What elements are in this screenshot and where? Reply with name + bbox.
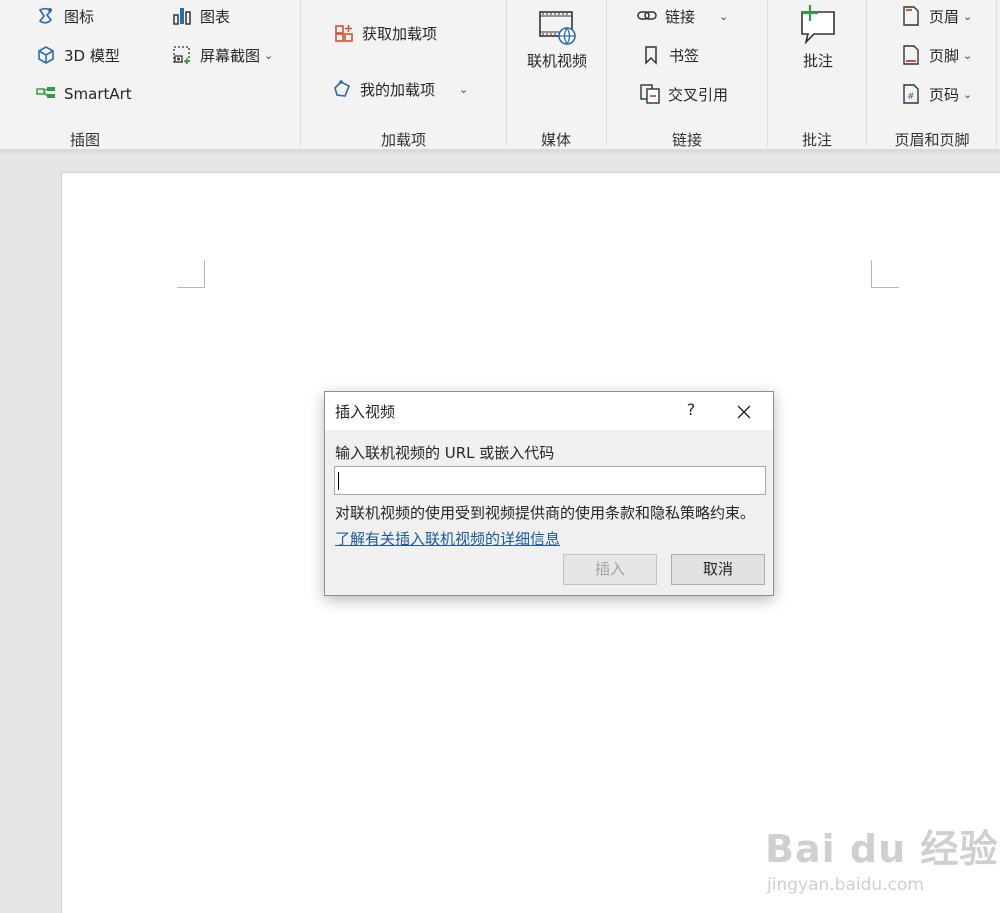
chevron-down-icon: ⌄ (963, 48, 973, 62)
url-prompt-label: 输入联机视频的 URL 或嵌入代码 (335, 444, 555, 462)
screenshot-icon (172, 45, 192, 65)
link-icon (637, 6, 657, 26)
svg-text:#: # (907, 92, 915, 102)
online-video-icon (537, 10, 577, 46)
link-button[interactable]: 链接 ⌄ (637, 4, 728, 28)
close-button[interactable] (730, 398, 758, 426)
page-number-label: 页码 (929, 85, 960, 104)
close-icon (737, 405, 751, 419)
text-caret (338, 472, 339, 490)
comment-label: 批注 (802, 52, 833, 70)
cancel-button[interactable]: 取消 (671, 554, 765, 585)
page-number-icon: # (901, 84, 921, 104)
smartart-label: SmartArt (64, 85, 132, 103)
group-label-illustrations: 插图 (69, 131, 100, 149)
smartart-icon (36, 84, 56, 104)
smartart-button[interactable]: SmartArt (36, 82, 132, 106)
header-icon (901, 6, 921, 26)
crossref-label: 交叉引用 (668, 85, 729, 104)
cube-icon (36, 45, 56, 65)
chevron-down-icon: ⌄ (264, 48, 274, 62)
new-comment-icon (798, 4, 838, 45)
addins-icon (332, 79, 352, 99)
page-number-button[interactable]: # 页码 ⌄ (901, 82, 972, 106)
chevron-down-icon: ⌄ (963, 87, 973, 101)
my-addins-button[interactable]: 我的加载项 ⌄ (332, 77, 468, 101)
3d-model-button[interactable]: 3D 模型 (36, 43, 120, 67)
group-links: 链接 ⌄ 书签 交叉引用 链接 (607, 0, 767, 150)
group-media: 联机视频 媒体 (507, 0, 606, 150)
bookmark-button[interactable]: 书签 (641, 43, 699, 67)
dialog-title-bar: 插入视频 ? (325, 392, 773, 430)
ribbon-separator (996, 0, 997, 146)
crossref-button[interactable]: 交叉引用 (640, 82, 728, 106)
chevron-down-icon: ⌄ (963, 9, 973, 23)
link-label: 链接 (665, 7, 696, 26)
icons-icon (36, 6, 56, 26)
ribbon: 图标 3D 模型 SmartArt 图表 屏幕截图 ⌄ 插图 获取加载项 我的加… (0, 0, 1000, 150)
insert-button[interactable]: 插入 (563, 554, 657, 585)
url-input[interactable] (334, 466, 766, 495)
group-label-links: 链接 (671, 131, 702, 149)
watermark-url: jingyan.baidu.com (767, 875, 924, 895)
my-addins-label: 我的加载项 (360, 80, 436, 99)
group-comments: 批注 批注 (768, 0, 866, 150)
screenshot-label: 屏幕截图 (200, 46, 261, 65)
bookmark-icon (641, 45, 661, 65)
help-button[interactable]: ? (678, 400, 704, 424)
chevron-down-icon: ⌄ (459, 82, 469, 96)
group-addins: 获取加载项 我的加载项 ⌄ 加载项 (301, 0, 506, 150)
online-video-button[interactable]: 联机视频 (521, 10, 593, 71)
margin-corner-top-left (177, 260, 205, 288)
insert-video-dialog: 插入视频 ? 输入联机视频的 URL 或嵌入代码 对联机视频的使用受到视频提供商… (324, 391, 774, 596)
chevron-down-icon: ⌄ (719, 9, 729, 23)
dialog-title: 插入视频 (335, 403, 396, 421)
store-icon (334, 23, 354, 43)
footer-label: 页脚 (929, 46, 960, 65)
icons-label: 图标 (64, 7, 95, 26)
learn-more-link[interactable]: 了解有关插入联机视频的详细信息 (335, 528, 560, 549)
group-label-addins: 加载项 (380, 131, 426, 149)
online-video-label: 联机视频 (526, 52, 587, 70)
crossref-icon (640, 84, 660, 104)
baidu-watermark: Bai du 经验 jingyan.baidu.com (765, 818, 998, 895)
screenshot-button[interactable]: 屏幕截图 ⌄ (172, 43, 273, 67)
footer-icon (901, 45, 921, 65)
terms-note: 对联机视频的使用受到视频提供商的使用条款和隐私策略约束。 (335, 504, 756, 522)
header-label: 页眉 (929, 7, 960, 26)
group-header-footer: 页眉 ⌄ 页脚 ⌄ # 页码 ⌄ 页眉和页脚 (867, 0, 1000, 150)
bookmark-label: 书签 (669, 46, 700, 65)
group-illustrations: 图标 3D 模型 SmartArt 图表 屏幕截图 ⌄ 插图 (0, 0, 300, 150)
icons-button[interactable]: 图标 (36, 4, 94, 28)
group-label-header-footer: 页眉和页脚 (894, 131, 970, 149)
get-addins-button[interactable]: 获取加载项 (334, 21, 437, 45)
get-addins-label: 获取加载项 (362, 24, 438, 43)
ribbon-shadow (0, 150, 1000, 156)
comment-button[interactable]: 批注 (783, 4, 853, 71)
chart-label: 图表 (200, 7, 231, 26)
watermark-logo-text: Bai du 经验 (765, 827, 999, 871)
3d-model-label: 3D 模型 (64, 46, 120, 65)
group-label-media: 媒体 (540, 131, 571, 149)
margin-corner-top-right (871, 260, 899, 288)
bar-chart-icon (172, 6, 192, 26)
chart-button[interactable]: 图表 (172, 4, 230, 28)
footer-button[interactable]: 页脚 ⌄ (901, 43, 972, 67)
group-label-comments: 批注 (801, 131, 832, 149)
header-button[interactable]: 页眉 ⌄ (901, 4, 972, 28)
